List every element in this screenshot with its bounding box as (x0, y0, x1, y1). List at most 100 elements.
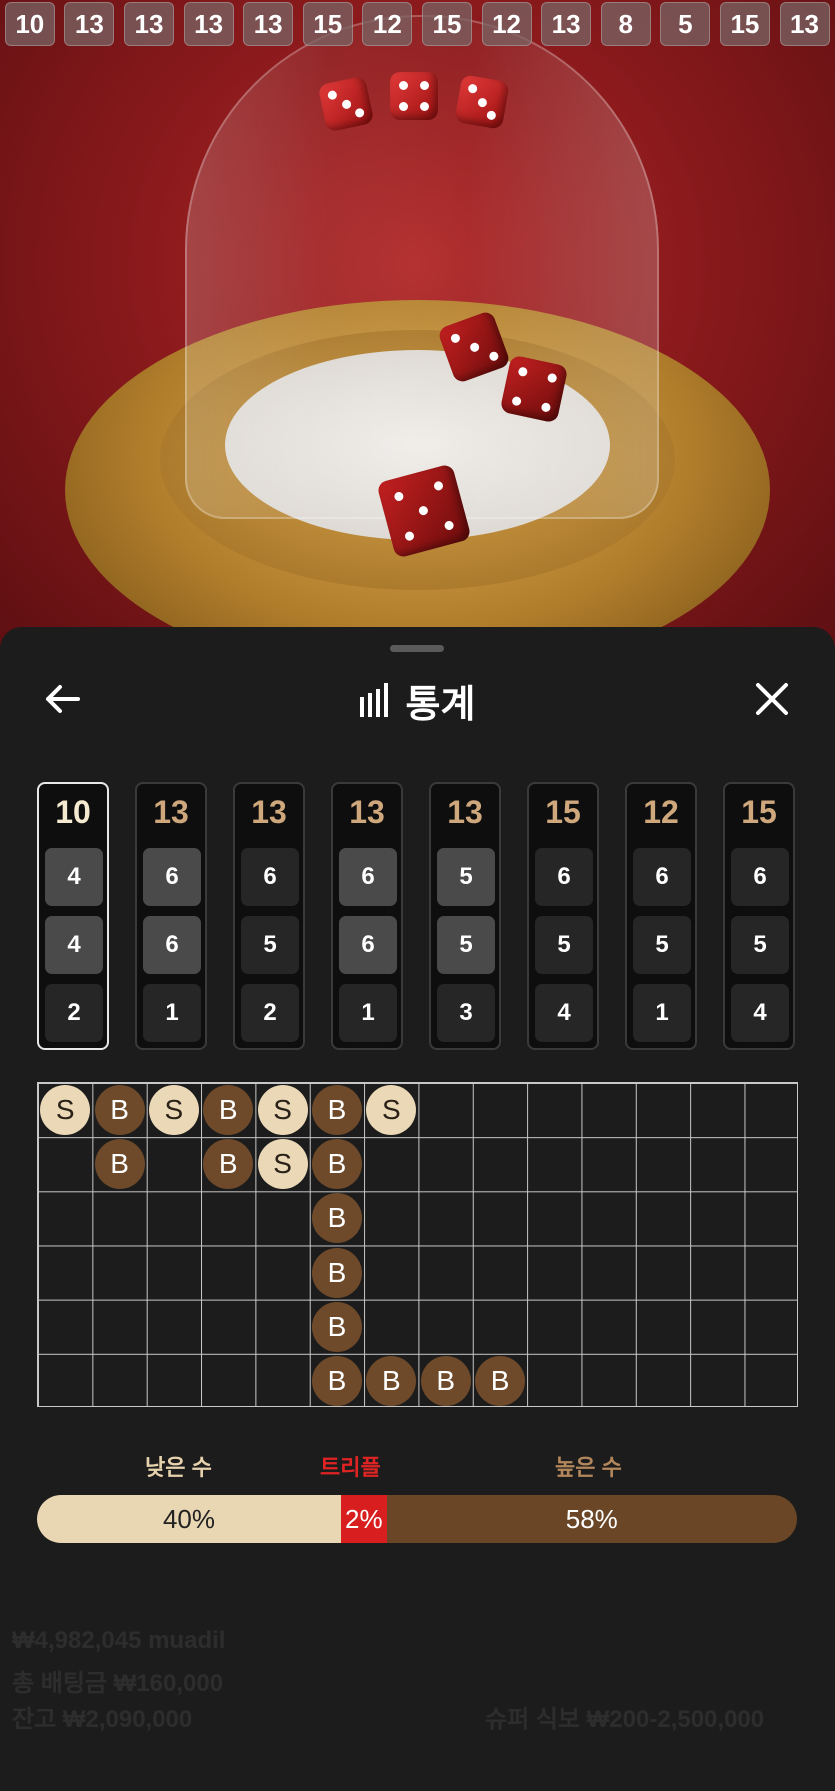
sheet-header: 통계 (0, 675, 835, 726)
table-die-icon (499, 354, 569, 424)
history-total: 15 (421, 2, 472, 46)
roll-column: 13 6 6 1 (135, 782, 207, 1050)
roll-column: 13 6 5 2 (233, 782, 305, 1050)
history-total: 13 (64, 2, 115, 46)
drag-handle[interactable] (390, 645, 444, 652)
die-value: 5 (241, 916, 299, 974)
roll-total: 15 (741, 794, 777, 830)
history-item: 13 (775, 0, 835, 48)
history-total: 15 (302, 2, 353, 46)
history-item: 13 (238, 0, 298, 48)
total-bet: 총 배팅금 ₩160,000 (12, 1670, 224, 1697)
die-value: 6 (143, 848, 201, 906)
big-bead: B (311, 1085, 362, 1136)
history-total: 13 (123, 2, 174, 46)
die-value: 6 (241, 848, 299, 906)
big-bead: B (311, 1247, 362, 1298)
big-bead: B (366, 1355, 417, 1406)
roll-column: 15 6 5 4 (527, 782, 599, 1050)
live-video-feed: 10 13 13 13 13 15 12 15 12 13 8 5 15 13 (0, 0, 835, 660)
die-value: 2 (45, 984, 103, 1042)
close-button[interactable] (750, 677, 794, 721)
roll-total: 13 (447, 794, 483, 830)
die-value: 4 (535, 984, 593, 1042)
history-total: 13 (183, 2, 234, 46)
die-value: 1 (633, 984, 691, 1042)
legend-low: 낮은 수 (145, 1455, 212, 1480)
die-value: 6 (339, 916, 397, 974)
big-bead: B (311, 1355, 362, 1406)
history-item: 12 (477, 0, 537, 48)
table-limits: 슈퍼 식보 ₩200-2,500,000 (485, 1706, 765, 1733)
die-value: 6 (731, 848, 789, 906)
close-icon (756, 683, 788, 715)
history-item: 13 (179, 0, 239, 48)
die-value: 5 (731, 916, 789, 974)
result-die-icon (454, 74, 510, 130)
balance-equivalent: ₩4,982,045 muadil (12, 1627, 226, 1654)
history-total: 13 (243, 2, 294, 46)
roll-total: 10 (55, 794, 91, 830)
big-bead: B (311, 1193, 362, 1244)
history-total: 5 (660, 2, 711, 46)
die-value: 6 (633, 848, 691, 906)
roll-total: 13 (349, 794, 385, 830)
roll-column: 13 6 6 1 (331, 782, 403, 1050)
history-item: 15 (715, 0, 775, 48)
die-value: 5 (633, 916, 691, 974)
die-value: 2 (241, 984, 299, 1042)
big-bead: B (203, 1085, 254, 1136)
roll-total: 15 (545, 794, 581, 830)
legend-high: 높은 수 (555, 1455, 622, 1480)
history-total: 12 (362, 2, 413, 46)
history-total: 12 (481, 2, 532, 46)
small-bead: S (257, 1139, 308, 1190)
die-value: 1 (339, 984, 397, 1042)
big-bead: B (420, 1355, 471, 1406)
history-total: 15 (719, 2, 770, 46)
result-die-icon (317, 75, 375, 133)
big-bead: B (475, 1355, 526, 1406)
history-total: 13 (779, 2, 830, 46)
recent-rolls: 10 4 4 2 13 6 6 1 13 6 5 2 13 6 6 1 13 5 5 3 15 6 5 4 12 6 5 1 15 6 5 4 (37, 782, 797, 1052)
die-value: 6 (143, 916, 201, 974)
percentage-bar: 40% 2% 58% (37, 1495, 797, 1543)
die-value: 6 (339, 848, 397, 906)
big-bead: B (311, 1301, 362, 1352)
history-item: 10 (0, 0, 60, 48)
history-total: 8 (600, 2, 651, 46)
history-total: 10 (4, 2, 55, 46)
low-percentage: 40% (37, 1495, 341, 1543)
die-value: 3 (437, 984, 495, 1042)
big-bead: B (94, 1085, 145, 1136)
small-bead: S (40, 1085, 91, 1136)
roll-column: 12 6 5 1 (625, 782, 697, 1050)
legend-triple: 트리플 (320, 1455, 381, 1480)
sheet-title: 통계 (405, 683, 476, 726)
result-die-icon (390, 72, 438, 120)
bar-chart-icon (359, 683, 392, 717)
die-value: 5 (437, 916, 495, 974)
big-bead: B (94, 1139, 145, 1190)
history-item: 15 (417, 0, 477, 48)
triple-percentage: 2% (341, 1495, 387, 1543)
history-total: 13 (541, 2, 592, 46)
roll-column: 10 4 4 2 (37, 782, 109, 1050)
results-history-strip: 10 13 13 13 13 15 12 15 12 13 8 5 15 13 (0, 0, 835, 52)
small-bead: S (366, 1085, 417, 1136)
history-item: 8 (596, 0, 656, 48)
balance: 잔고 ₩2,090,000 (12, 1706, 193, 1733)
roll-column: 13 5 5 3 (429, 782, 501, 1050)
big-small-road-grid: SBSBSBSBBSBBBBBBBB (37, 1082, 798, 1407)
die-value: 1 (143, 984, 201, 1042)
small-bead: S (257, 1085, 308, 1136)
history-item: 15 (298, 0, 358, 48)
big-bead: B (311, 1139, 362, 1190)
history-item: 5 (656, 0, 716, 48)
die-value: 4 (45, 916, 103, 974)
die-value: 5 (437, 848, 495, 906)
die-value: 4 (45, 848, 103, 906)
high-percentage: 58% (386, 1495, 797, 1543)
die-value: 4 (731, 984, 789, 1042)
roll-total: 12 (643, 794, 679, 830)
